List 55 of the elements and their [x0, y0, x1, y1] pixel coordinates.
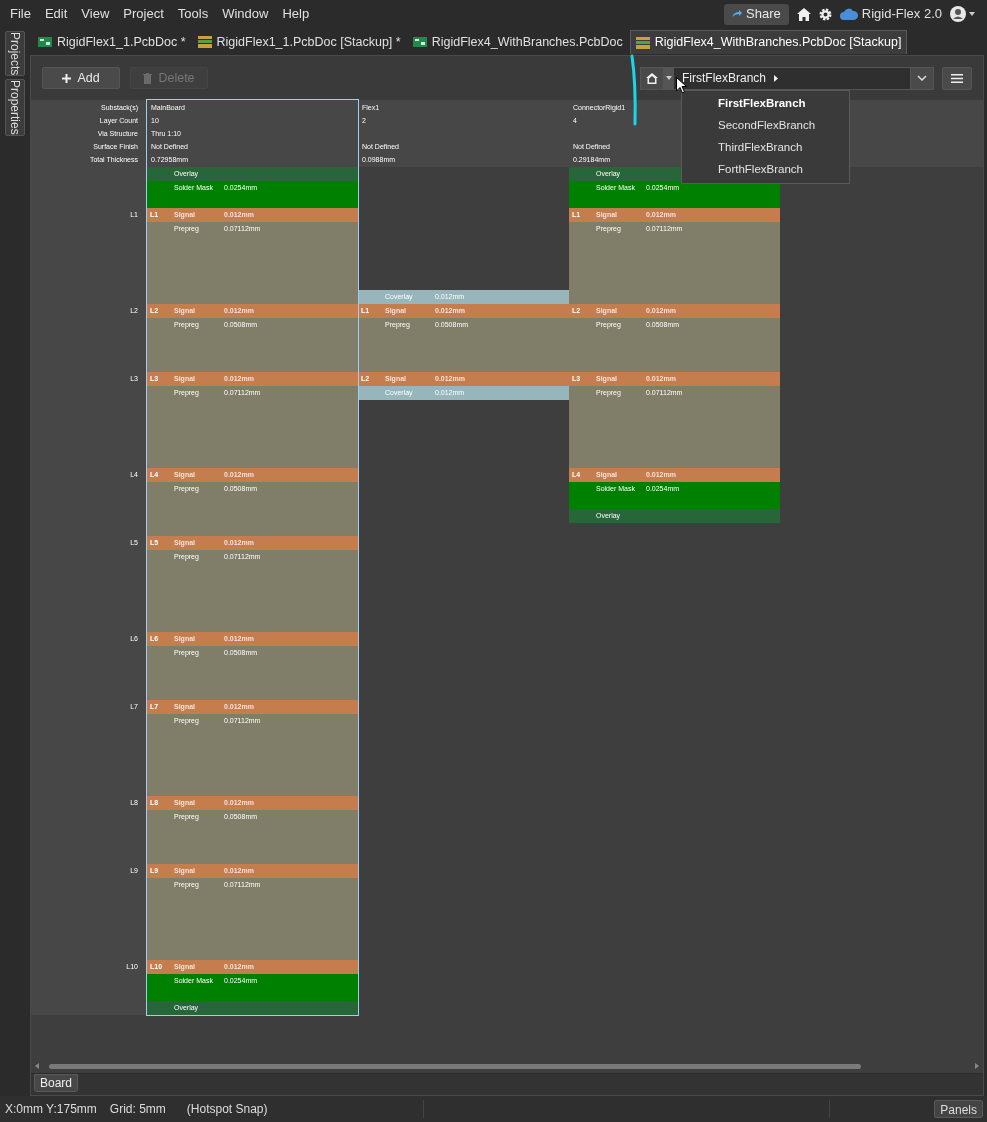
menu-item[interactable]: Project: [117, 1, 170, 27]
home-icon[interactable]: [796, 7, 811, 21]
trash-icon: [143, 72, 153, 84]
side-panel-tab[interactable]: Properties: [5, 79, 25, 137]
plus-icon: [62, 73, 72, 83]
dropdown-button[interactable]: [910, 67, 933, 89]
panels-button[interactable]: Panels: [934, 1100, 983, 1118]
pcb-icon: [412, 36, 427, 48]
share-button[interactable]: Share: [724, 3, 789, 25]
add-button[interactable]: Add: [42, 67, 120, 89]
stackup-icon: [635, 36, 650, 49]
branch-option[interactable]: ThirdFlexBranch: [682, 137, 849, 159]
caret-button[interactable]: [664, 67, 674, 89]
document-tab[interactable]: RigidFlex4_WithBranches.PcbDoc: [407, 30, 628, 54]
menu-button[interactable]: [942, 66, 972, 90]
horizontal-scrollbar[interactable]: [49, 1063, 861, 1069]
document-tab[interactable]: RigidFlex1_1.PcbDoc [Stackup] *: [192, 30, 406, 54]
settings-icon[interactable]: [818, 7, 832, 21]
menu-icon: [951, 73, 963, 83]
arrow-icon: [732, 10, 743, 18]
scroll-right-icon[interactable]: [975, 1063, 979, 1069]
caret-icon[interactable]: [969, 12, 975, 16]
document-tab[interactable]: RigidFlex1_1.PcbDoc *: [33, 30, 191, 54]
status-snap: (Hotspot Snap): [186, 1101, 268, 1118]
tab-label: RigidFlex1_1.PcbDoc [Stackup] *: [216, 33, 401, 51]
avatar-icon[interactable]: [950, 6, 966, 22]
annotation-stroke: [630, 54, 638, 126]
sheet-tab[interactable]: Board: [34, 1074, 79, 1092]
menu-item[interactable]: View: [75, 1, 116, 27]
pcb-icon: [38, 36, 52, 48]
scroll-left-icon[interactable]: [35, 1063, 39, 1069]
substack-column[interactable]: [147, 100, 358, 1015]
home-button[interactable]: [641, 67, 664, 89]
menu-item[interactable]: Tools: [171, 1, 215, 27]
menu-item[interactable]: File: [4, 1, 37, 27]
tab-label: RigidFlex4_WithBranches.PcbDoc [Stackup]: [654, 34, 902, 52]
tab-label: RigidFlex1_1.PcbDoc *: [57, 33, 186, 51]
branch-option[interactable]: SecondFlexBranch: [682, 115, 849, 137]
chevron-down-icon: [917, 75, 927, 81]
menu-item[interactable]: Edit: [38, 1, 74, 27]
status-coordinates: X:0mm Y:175mm: [5, 1101, 97, 1118]
tab-label: RigidFlex4_WithBranches.PcbDoc: [431, 33, 623, 51]
home-icon: [646, 72, 658, 84]
cloud-icon: [839, 8, 858, 20]
project-name[interactable]: Rigid-Flex 2.0: [861, 4, 942, 24]
branch-option[interactable]: FirstFlexBranch: [682, 93, 849, 115]
side-panel-tab[interactable]: Projects: [5, 31, 25, 77]
branch-bar[interactable]: FirstFlexBranch: [640, 66, 934, 90]
menu-item[interactable]: Help: [276, 1, 316, 27]
menu-item[interactable]: Window: [216, 1, 275, 27]
status-grid: Grid: 5mm: [109, 1101, 166, 1118]
document-tab[interactable]: RigidFlex4_WithBranches.PcbDoc [Stackup]: [629, 30, 908, 54]
stackup-icon: [197, 36, 212, 48]
caret-icon: [666, 76, 672, 80]
caret-right-icon: [774, 74, 779, 82]
